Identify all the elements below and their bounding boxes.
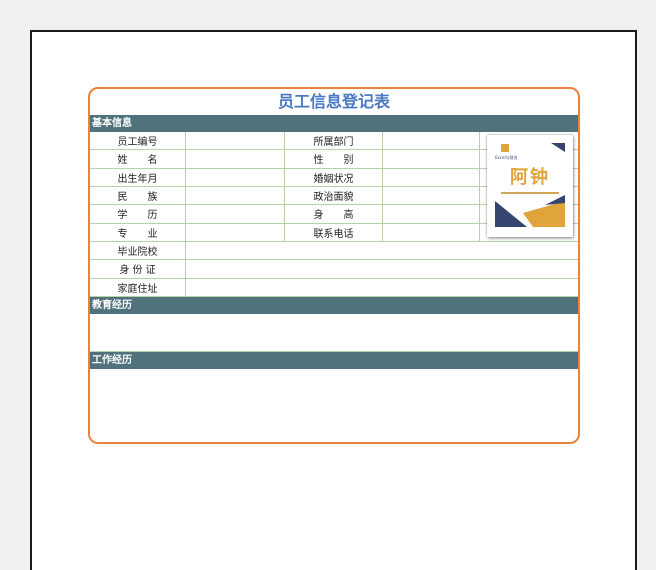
sheet-page: 员工信息登记表 基本信息 员工编号 所属部门 姓 名 性 别 出生年月 婚姻状况: [30, 30, 637, 570]
field-label: 专 业: [90, 223, 186, 241]
photo-brand-text: Excel与财务: [495, 155, 518, 160]
photo-image[interactable]: Excel与财务 阿钟: [487, 135, 573, 237]
work-content-area[interactable]: [90, 369, 578, 442]
id-card-cell[interactable]: [186, 260, 578, 277]
field-label: 婚姻状况: [285, 168, 383, 186]
brand-logo-icon: [501, 144, 509, 152]
ethnicity-cell[interactable]: [186, 186, 285, 205]
field-label: 身 高: [285, 205, 383, 223]
field-label: 毕业院校: [90, 241, 186, 260]
table-row: 身 份 证: [90, 260, 578, 279]
phone-cell[interactable]: [383, 223, 480, 241]
name-cell[interactable]: [186, 150, 285, 168]
table-row: 毕业院校: [90, 241, 578, 261]
field-label: 所属部门: [285, 132, 383, 150]
department-cell[interactable]: [383, 132, 480, 150]
field-label: 政治面貌: [285, 186, 383, 205]
field-label: 联系电话: [285, 223, 383, 241]
field-label: 姓 名: [90, 150, 186, 168]
marital-status-cell[interactable]: [383, 168, 480, 186]
form-title: 员工信息登记表: [277, 92, 390, 111]
field-label: 员工编号: [90, 132, 186, 150]
home-address-cell[interactable]: [186, 279, 578, 296]
section-work: 工作经历: [90, 351, 578, 369]
field-label: 家庭住址: [90, 278, 186, 296]
table-row: 家庭住址: [90, 278, 578, 297]
height-cell[interactable]: [383, 205, 480, 223]
birth-date-cell[interactable]: [186, 168, 285, 186]
section-education: 教育经历: [90, 296, 578, 314]
employee-id-cell[interactable]: [186, 132, 285, 150]
field-label: 身 份 证: [90, 260, 186, 278]
field-label: 民 族: [90, 186, 186, 205]
major-cell[interactable]: [186, 223, 285, 241]
basic-info-grid: 员工编号 所属部门 姓 名 性 别 出生年月 婚姻状况 民 族 政治面貌 学 历…: [90, 132, 578, 297]
field-label: 学 历: [90, 205, 186, 223]
photo-name-text: 阿钟: [510, 167, 550, 188]
employee-registration-form: 员工信息登记表 基本信息 员工编号 所属部门 姓 名 性 别 出生年月 婚姻状况: [88, 87, 580, 444]
field-label: 性 别: [285, 150, 383, 168]
photo-divider: [501, 192, 559, 194]
section-basic-info: 基本信息: [90, 115, 578, 132]
education-content-area[interactable]: [90, 314, 578, 352]
education-level-cell[interactable]: [186, 205, 285, 223]
graduate-school-cell[interactable]: [186, 242, 578, 259]
political-status-cell[interactable]: [383, 186, 480, 205]
field-label: 出生年月: [90, 168, 186, 186]
gender-cell[interactable]: [383, 150, 480, 168]
